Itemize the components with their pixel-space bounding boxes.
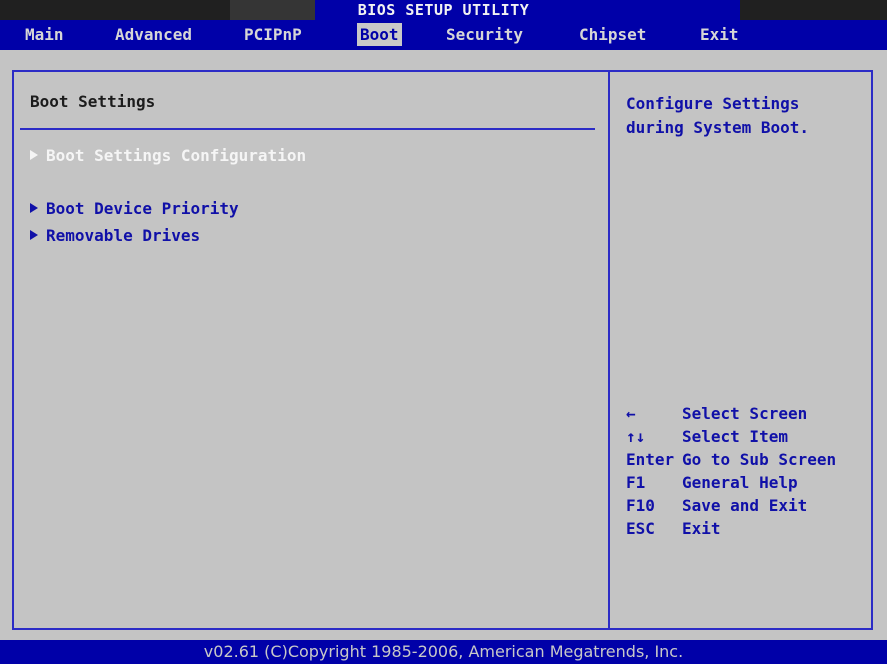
key-row-enter: Enter Go to Sub Screen: [626, 448, 866, 471]
tab-boot[interactable]: Boot: [357, 23, 402, 46]
f10-key: F10: [626, 496, 655, 515]
key-row-f1: F1 General Help: [626, 471, 866, 494]
key-row-esc: ESC Exit: [626, 517, 866, 540]
tab-advanced[interactable]: Advanced: [112, 23, 195, 46]
menu-entry-label: Boot Settings Configuration: [46, 146, 307, 165]
footer-bar: v02.61 (C)Copyright 1985-2006, American …: [0, 640, 887, 664]
key-row-select-item: ↑↓ Select Item: [626, 425, 866, 448]
key-row-f10: F10 Save and Exit: [626, 494, 866, 517]
tab-exit[interactable]: Exit: [697, 23, 742, 46]
esc-key: ESC: [626, 519, 655, 538]
key-legend: ← Select Screen ↑↓ Select Item Enter Go to …: [626, 402, 866, 540]
triangle-right-icon: [30, 203, 38, 213]
section-title: Boot Settings: [30, 92, 156, 111]
tab-chipset[interactable]: Chipset: [576, 23, 649, 46]
key-description: Exit: [682, 519, 721, 538]
key-description: General Help: [682, 473, 798, 492]
up-down-arrow-key: ↑↓: [626, 427, 646, 446]
tab-main[interactable]: Main: [22, 23, 67, 46]
f1-key: F1: [626, 473, 646, 492]
key-description: Go to Sub Screen: [682, 450, 837, 469]
triangle-right-icon: [30, 230, 38, 240]
key-row-select-screen: ← Select Screen: [626, 402, 866, 425]
help-line: Configure Settings: [626, 94, 800, 113]
menu-entry-label: Removable Drives: [46, 226, 201, 245]
title-bar: BIOS SETUP UTILITY: [0, 0, 887, 20]
panel-divider: [608, 70, 610, 630]
triangle-right-icon: [30, 150, 38, 160]
left-arrow-key: ←: [626, 404, 636, 423]
section-underline: [20, 128, 595, 130]
enter-key: Enter: [626, 450, 675, 469]
menu-bar: Main Advanced PCIPnP Boot Security Chips…: [0, 20, 887, 48]
help-line: during System Boot.: [626, 118, 810, 137]
key-description: Select Item: [682, 427, 788, 446]
menu-entry-removable-drives[interactable]: Removable Drives: [30, 226, 200, 245]
tab-pcipnp[interactable]: PCIPnP: [241, 23, 305, 46]
menu-entry-label: Boot Device Priority: [46, 199, 239, 218]
help-description: Configure Settings during System Boot.: [626, 92, 866, 140]
menu-entry-boot-settings-configuration[interactable]: Boot Settings Configuration: [30, 146, 306, 165]
copyright-text: v02.61 (C)Copyright 1985-2006, American …: [203, 642, 684, 661]
key-description: Select Screen: [682, 404, 808, 423]
tab-security[interactable]: Security: [443, 23, 526, 46]
key-description: Save and Exit: [682, 496, 808, 515]
window-title: BIOS SETUP UTILITY: [357, 1, 530, 19]
menu-entry-boot-device-priority[interactable]: Boot Device Priority: [30, 199, 239, 218]
